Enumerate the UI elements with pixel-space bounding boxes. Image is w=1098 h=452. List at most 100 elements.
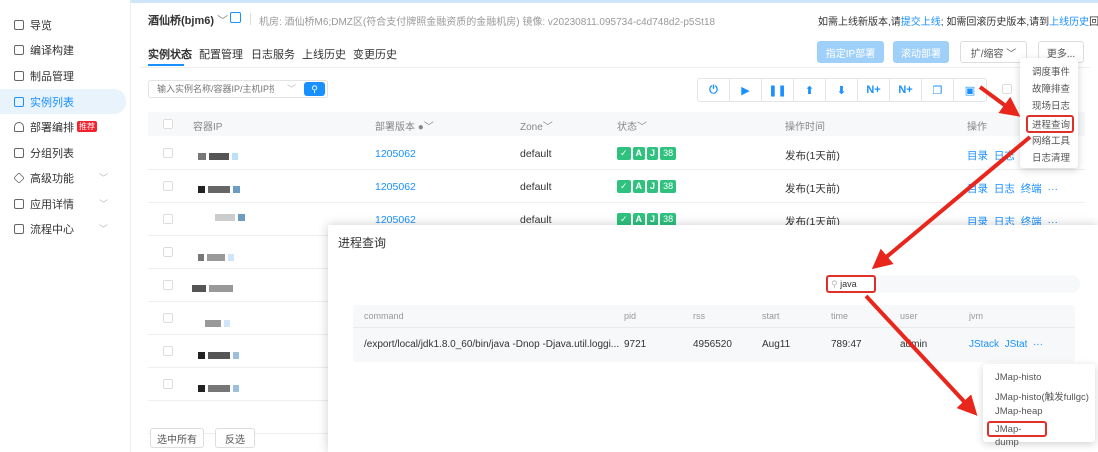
divider xyxy=(250,13,251,25)
row-checkbox[interactable] xyxy=(163,181,173,191)
menu-item-jmap-dump[interactable]: JMap-dump xyxy=(987,421,1047,448)
top-bar xyxy=(0,0,1098,3)
menu-item-log-cleanup[interactable]: 日志清理 xyxy=(1020,150,1078,164)
row-checkbox[interactable] xyxy=(163,313,173,323)
tab-release-history[interactable]: 上线历史 xyxy=(302,46,346,62)
play-icon[interactable]: ▶ xyxy=(730,79,762,101)
column-rss: rss xyxy=(693,311,705,321)
row-checkbox[interactable] xyxy=(163,346,173,356)
tab-config[interactable]: 配置管理 xyxy=(199,46,243,62)
release-history-link[interactable]: 上线历史 xyxy=(1049,17,1089,28)
rolling-deploy-button[interactable]: 滚动部署 xyxy=(893,41,949,63)
column-status[interactable]: 状态﹀ xyxy=(617,118,647,133)
folder-download-icon[interactable]: ▣ xyxy=(954,79,986,101)
tab-instance-status[interactable]: 实例状态 xyxy=(148,46,192,62)
menu-item-live-logs[interactable]: 现场日志 xyxy=(1020,98,1078,112)
version-link[interactable]: 1205062 xyxy=(375,148,416,160)
clipboard-icon xyxy=(14,70,24,81)
grid-icon xyxy=(14,96,24,107)
assign-ip-deploy-button[interactable]: 指定IP部署 xyxy=(817,41,884,63)
upload-icon[interactable]: ⬆ xyxy=(794,79,826,101)
instance-search[interactable]: ﹀ ⚲ xyxy=(148,80,328,98)
recommend-badge: 推荐 xyxy=(77,121,97,132)
process-user: admin xyxy=(900,339,928,350)
jvm-more-icon[interactable]: ··· xyxy=(1033,339,1043,350)
notice-text: 如需上线新版本,请 xyxy=(818,17,901,28)
tab-change-history[interactable]: 变更历史 xyxy=(353,46,397,62)
sidebar-item-deploy[interactable]: 部署编排 推荐 xyxy=(0,114,126,139)
column-user: user xyxy=(900,311,918,321)
pause-icon[interactable]: ❚❚ xyxy=(762,79,794,101)
sidebar-item-overview[interactable]: 导览 xyxy=(0,12,126,37)
sidebar-item-app-detail[interactable]: 应用详情 ﹀ xyxy=(0,191,126,216)
select-all-button[interactable]: 选中所有 xyxy=(150,428,204,448)
tab-indicator xyxy=(148,64,184,66)
select-all-checkbox[interactable] xyxy=(163,119,173,129)
row-checkbox[interactable] xyxy=(163,214,173,224)
container-ip-redacted xyxy=(198,350,242,362)
search-button[interactable]: ⚲ xyxy=(304,82,325,96)
row-ops: 目录 日志 xyxy=(967,148,1015,163)
search-input[interactable] xyxy=(149,81,274,97)
chevron-down-icon: ﹀ xyxy=(98,199,108,209)
sidebar-item-artifacts[interactable]: 制品管理 xyxy=(0,63,126,88)
notice-text: ; 如需回滚历史版本,请到 xyxy=(940,17,1050,28)
edit-icon[interactable] xyxy=(230,12,241,23)
home-icon xyxy=(14,19,24,30)
scale-button[interactable]: 扩/缩容 ﹀ xyxy=(960,41,1027,63)
container-ip-redacted xyxy=(198,383,242,395)
log-link[interactable]: 日志 xyxy=(994,183,1015,195)
download-icon[interactable]: ⬇ xyxy=(826,79,858,101)
jstat-link[interactable]: JStat xyxy=(1005,339,1028,350)
toolbar-checkbox[interactable] xyxy=(1002,84,1012,94)
log-link[interactable]: 日志 xyxy=(994,150,1015,162)
column-ops: 操作 xyxy=(967,122,987,133)
more-ops-icon[interactable]: ··· xyxy=(1048,183,1059,195)
tab-logs[interactable]: 日志服务 xyxy=(251,46,295,62)
sidebar-item-label: 导览 xyxy=(30,19,52,32)
copy-icon[interactable]: ❐ xyxy=(922,79,954,101)
power-icon[interactable]: ⏻ xyxy=(698,79,730,101)
chevron-down-icon: ﹀ xyxy=(287,84,297,94)
op-time: 发布(1天前) xyxy=(785,183,840,195)
sidebar-item-advanced[interactable]: 高级功能 ﹀ xyxy=(0,165,126,190)
row-checkbox[interactable] xyxy=(163,379,173,389)
menu-item-jmap-histo-fullgc[interactable]: JMap-histo(触发fullgc) xyxy=(983,389,1095,403)
sidebar-item-flow[interactable]: 流程中心 ﹀ xyxy=(0,216,126,241)
menu-item-process-query[interactable]: 进程查询 xyxy=(1026,115,1074,133)
sidebar-item-groups[interactable]: 分组列表 xyxy=(0,140,126,165)
column-container-ip: 容器IP xyxy=(193,122,223,133)
column-zone[interactable]: Zone﹀ xyxy=(520,118,553,133)
container-ip-redacted xyxy=(198,252,237,264)
column-version[interactable]: 部署版本 ●﹀ xyxy=(375,118,434,133)
status-a: A xyxy=(632,180,646,193)
column-start: start xyxy=(762,311,780,321)
folder-icon xyxy=(14,147,24,158)
app-selector[interactable]: 酒仙桥(bjm6) ﹀ xyxy=(148,12,228,28)
n-plus-alt-icon[interactable]: N+ xyxy=(890,79,922,101)
container-ip-redacted xyxy=(205,318,233,330)
row-checkbox[interactable] xyxy=(163,280,173,290)
terminal-link[interactable]: 终端 xyxy=(1021,183,1042,195)
dir-link[interactable]: 目录 xyxy=(967,183,988,195)
scale-label: 扩/缩容 xyxy=(970,48,1004,60)
dir-link[interactable]: 目录 xyxy=(967,150,988,162)
row-checkbox[interactable] xyxy=(163,247,173,257)
sidebar-item-instances[interactable]: 实例列表 xyxy=(0,89,126,114)
invert-selection-button[interactable]: 反选 xyxy=(215,428,255,448)
menu-item-schedule-events[interactable]: 调度事件 xyxy=(1020,64,1078,78)
menu-item-jmap-heap[interactable]: JMap-heap xyxy=(983,406,1095,417)
submit-release-link[interactable]: 提交上线 xyxy=(901,17,941,28)
n-plus-icon[interactable]: N+ xyxy=(858,79,890,101)
row-checkbox[interactable] xyxy=(163,148,173,158)
help-icon: ●﹀ xyxy=(417,122,434,133)
more-dropdown: 调度事件 故障排查 现场日志 进程查询 网络工具 日志清理 xyxy=(1020,58,1078,168)
version-link[interactable]: 1205062 xyxy=(375,181,416,193)
jstack-link[interactable]: JStack xyxy=(969,339,999,350)
menu-item-network-tools[interactable]: 网络工具 xyxy=(1020,133,1078,147)
sidebar-item-build[interactable]: 编译构建 xyxy=(0,37,126,62)
menu-item-jmap-histo[interactable]: JMap-histo xyxy=(983,372,1095,383)
process-command: /export/local/jdk1.8.0_60/bin/java -Dnop… xyxy=(364,339,620,350)
menu-item-troubleshoot[interactable]: 故障排查 xyxy=(1020,81,1078,95)
process-search-input[interactable]: ⚲ java xyxy=(826,275,876,293)
